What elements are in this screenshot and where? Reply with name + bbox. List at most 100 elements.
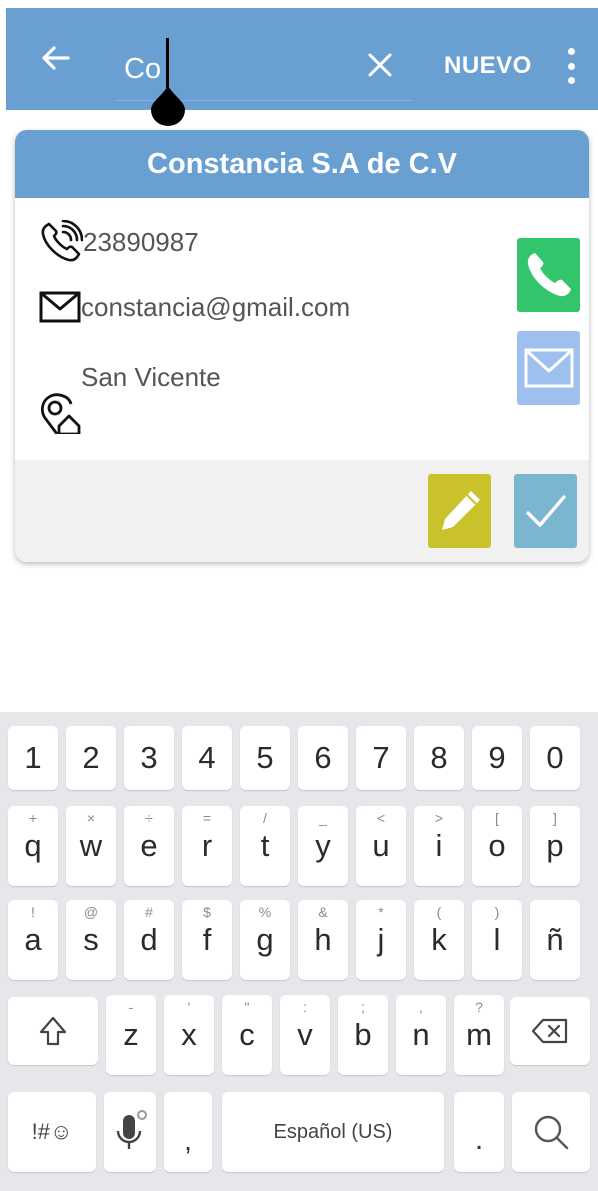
search-key[interactable] [512,1092,590,1172]
clear-search-button[interactable] [361,46,399,84]
letter-key-q[interactable]: + q [8,806,58,886]
key-secondary-label: = [202,810,212,826]
arrow-left-icon [42,46,70,70]
address-text: San Vicente [81,362,221,392]
key-secondary-label: > [434,810,444,826]
number-key-0[interactable]: 0 [530,726,580,790]
letter-key-x[interactable]: ' x [164,995,214,1075]
letter-key-j[interactable]: * j [356,900,406,980]
contact-name: Constancia S.A de C.V [147,147,457,180]
key-label: 8 [430,740,448,775]
key-label: 9 [488,740,506,775]
key-label: r [201,828,213,863]
comma-key[interactable]: , [164,1092,212,1172]
key-label: j [377,922,385,957]
key-label: y [315,828,331,863]
number-key-7[interactable]: 7 [356,726,406,790]
backspace-key[interactable] [510,997,590,1065]
key-secondary-label: ÷ [145,810,153,826]
letter-key-u[interactable]: < u [356,806,406,886]
symbols-key[interactable]: !#☺ [8,1092,96,1172]
letter-key-i[interactable]: > i [414,806,464,886]
period-key[interactable]: . [454,1092,504,1172]
location-home-icon [40,393,81,434]
key-label: o [488,828,506,863]
letter-key-y[interactable]: _ y [298,806,348,886]
key-label: e [140,828,158,863]
letter-key-f[interactable]: $ f [182,900,232,980]
edit-button[interactable] [428,474,491,548]
key-label: k [431,922,447,957]
more-dot-icon [567,48,575,55]
shift-key[interactable] [8,997,98,1065]
call-button[interactable] [517,238,580,312]
contact-card: Constancia S.A de C.V 23890987 constanci… [15,130,589,562]
number-key-2[interactable]: 2 [66,726,116,790]
number-key-3[interactable]: 3 [124,726,174,790]
address-row: San Vicente [39,360,221,434]
letter-key-k[interactable]: (k [414,900,464,980]
key-secondary-label: , [419,999,423,1015]
phone-row: 23890987 [39,220,199,264]
letter-key-l[interactable]: ) l [472,900,522,980]
checkmark-icon [525,495,566,527]
key-secondary-label: - [128,999,134,1015]
letter-key-t[interactable]: / t [240,806,290,886]
key-label: d [140,922,158,957]
key-label: g [256,922,274,957]
letter-key-d[interactable]: # d [124,900,174,980]
on-screen-keyboard: 1234567890 + q × w ÷ e = r / t _ y < u > i[o] p ! a @ s # d $ f… [0,712,598,1191]
letter-key-p[interactable]: ] p [530,806,580,886]
key-label: x [181,1017,197,1052]
letter-key-w[interactable]: × w [66,806,116,886]
letter-key-m[interactable]: ? m [454,995,504,1075]
key-label: 4 [198,740,216,775]
mail-icon [524,348,573,388]
letter-key-g[interactable]: % g [240,900,290,980]
key-label: m [466,1017,492,1052]
key-label: q [24,828,42,863]
email-button[interactable] [517,331,580,405]
confirm-button[interactable] [514,474,577,548]
key-label: w [79,828,103,863]
more-dot-icon [567,62,575,70]
more-options-button[interactable] [559,46,583,86]
key-label: p [546,828,564,863]
letter-key-b[interactable]: ; b [338,995,388,1075]
new-button[interactable]: NUEVO [444,48,532,84]
microphone-icon [116,1110,147,1149]
letter-key-v[interactable]: :v [280,995,330,1075]
letter-key-r[interactable]: = r [182,806,232,886]
period-label: . [474,1123,484,1156]
caret-handle-icon[interactable] [151,86,185,126]
space-key[interactable]: Español (US) [222,1092,444,1172]
key-secondary-label: ] [553,810,557,826]
key-label: 3 [140,740,158,775]
letter-key-n[interactable]: ,n [396,995,446,1075]
number-key-5[interactable]: 5 [240,726,290,790]
voice-input-key[interactable] [104,1092,156,1172]
letter-key-a[interactable]: ! a [8,900,58,980]
key-secondary-label: @ [83,904,99,920]
number-key-8[interactable]: 8 [414,726,464,790]
letter-key-c[interactable]: " c [222,995,272,1075]
key-label: 5 [256,740,274,775]
letter-key-ñ[interactable]: ñ [530,900,580,980]
key-secondary-label: [ [495,810,499,826]
letter-key-o[interactable]: [o [472,806,522,886]
key-secondary-label: " [244,999,250,1015]
number-key-6[interactable]: 6 [298,726,348,790]
key-secondary-label: : [303,999,307,1015]
number-key-9[interactable]: 9 [472,726,522,790]
number-key-1[interactable]: 1 [8,726,58,790]
letter-key-z[interactable]: -z [106,995,156,1075]
back-button[interactable] [36,38,76,78]
letter-key-e[interactable]: ÷ e [124,806,174,886]
key-label: u [372,828,390,863]
key-label: h [314,922,332,957]
number-key-4[interactable]: 4 [182,726,232,790]
letter-key-h[interactable]: & h [298,900,348,980]
pencil-icon [441,491,480,530]
key-secondary-label: + [28,810,38,826]
letter-key-s[interactable]: @ s [66,900,116,980]
